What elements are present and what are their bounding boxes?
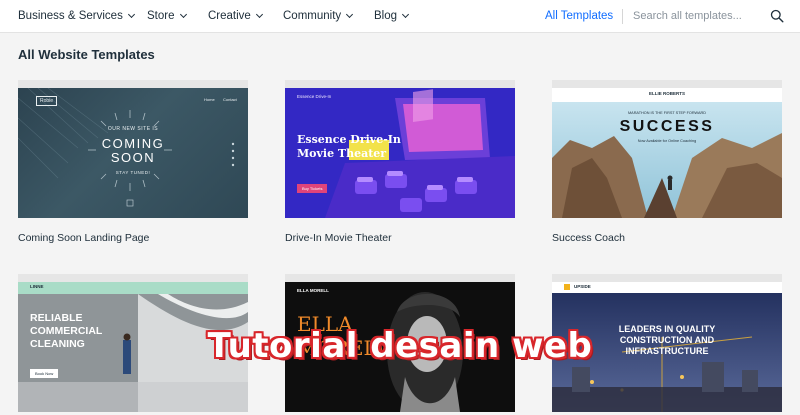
template-card-drive-in[interactable]: Essence Drive-In Essence Drive-In Movie … xyxy=(285,80,515,250)
preview-headline: INFRASTRUCTURE xyxy=(625,346,709,356)
template-card-construction[interactable]: UPSIDE LEADERS IN QUALITY CONSTRUCTION A… xyxy=(552,274,782,415)
preview-headline: COMING xyxy=(101,136,165,151)
preview-eyebrow: MARATHON IS THE FIRST STEP FORWARD xyxy=(628,111,706,115)
preview-menu-item: Home xyxy=(204,97,215,102)
nav-community[interactable]: Community xyxy=(283,10,354,22)
preview-brand: UPSIDE xyxy=(574,284,591,289)
nav-label: Community xyxy=(283,10,342,22)
preview-headline: Essence Drive-In xyxy=(297,133,401,146)
preview-brand: Essence Drive-In xyxy=(297,94,332,99)
template-card-success-coach[interactable]: ELLIE ROBERTS MARATHON IS THE FIRST STEP… xyxy=(552,80,782,250)
search-icon[interactable] xyxy=(770,9,784,23)
preview-eyebrow: OUR NEW SITE IS xyxy=(107,126,159,132)
preview-headline: LEADERS IN QUALITY xyxy=(618,324,716,334)
chevron-down-icon xyxy=(346,10,354,19)
top-navigation: Business & Services Store Creative Commu… xyxy=(0,0,800,33)
chevron-down-icon xyxy=(255,10,263,19)
template-card-coming-soon[interactable]: Robie Home Contact OUR NEW SITE IS COMIN… xyxy=(18,80,248,250)
preview-menu-item: Contact xyxy=(223,97,237,102)
template-thumbnail[interactable]: LINNE RELIABLE COMMERCIAL CLEANING Book … xyxy=(18,282,248,412)
template-thumbnail[interactable]: Essence Drive-In Essence Drive-In Movie … xyxy=(285,88,515,218)
nav-blog[interactable]: Blog xyxy=(374,10,410,22)
thumbnail-background-art xyxy=(552,88,782,218)
chevron-down-icon xyxy=(127,10,135,19)
preview-headline: MORELL xyxy=(297,336,391,360)
preview-button: Book Now xyxy=(30,369,59,378)
nav-business-services[interactable]: Business & Services xyxy=(18,10,135,22)
template-title[interactable]: Coming Soon Landing Page xyxy=(18,232,149,244)
preview-logo: Robie xyxy=(36,96,58,106)
section-title: All Website Templates xyxy=(18,47,155,62)
template-thumbnail[interactable]: ELLIE ROBERTS MARATHON IS THE FIRST STEP… xyxy=(552,88,782,218)
preview-headline: CONSTRUCTION AND xyxy=(619,335,715,345)
template-card-commercial-cleaning[interactable]: LINNE RELIABLE COMMERCIAL CLEANING Book … xyxy=(18,274,248,415)
preview-subline: STAY TUNED! xyxy=(115,170,151,175)
template-thumbnail[interactable]: ELLA MORELL ELLA MORELL xyxy=(285,282,515,412)
search-input[interactable] xyxy=(633,5,763,27)
nav-store[interactable]: Store xyxy=(147,10,187,22)
preview-brand: ELLIE ROBERTS xyxy=(648,91,685,96)
template-card-ella-morell[interactable]: ELLA MORELL ELLA MORELL xyxy=(285,274,515,415)
template-thumbnail[interactable]: UPSIDE LEADERS IN QUALITY CONSTRUCTION A… xyxy=(552,282,782,412)
preview-brand: LINNE xyxy=(30,284,44,289)
nav-label: Blog xyxy=(374,10,398,22)
nav-label: Store xyxy=(147,10,175,22)
nav-creative[interactable]: Creative xyxy=(208,10,263,22)
nav-label: Creative xyxy=(208,10,251,22)
preview-headline: Movie Theater xyxy=(297,147,387,160)
template-thumbnail[interactable]: Robie Home Contact OUR NEW SITE IS COMIN… xyxy=(18,88,248,218)
preview-headline: SOON xyxy=(110,150,156,165)
preview-button: Buy Tickets xyxy=(297,184,328,193)
chevron-down-icon xyxy=(179,10,187,19)
preview-headline: COMMERCIAL xyxy=(30,325,103,337)
chevron-down-icon xyxy=(401,10,410,19)
all-templates-link[interactable]: All Templates xyxy=(545,10,613,22)
template-title[interactable]: Success Coach xyxy=(552,232,625,244)
template-title[interactable]: Drive-In Movie Theater xyxy=(285,232,392,244)
nav-label: Business & Services xyxy=(18,10,123,22)
preview-brand: ELLA MORELL xyxy=(297,288,329,293)
preview-headline: SUCCESS xyxy=(619,118,715,135)
preview-subline: Now Available for Online Coaching xyxy=(637,139,697,143)
preview-headline: ELLA xyxy=(297,312,353,336)
preview-headline: RELIABLE xyxy=(30,312,83,324)
preview-headline: CLEANING xyxy=(30,338,85,350)
nav-divider xyxy=(622,9,623,24)
